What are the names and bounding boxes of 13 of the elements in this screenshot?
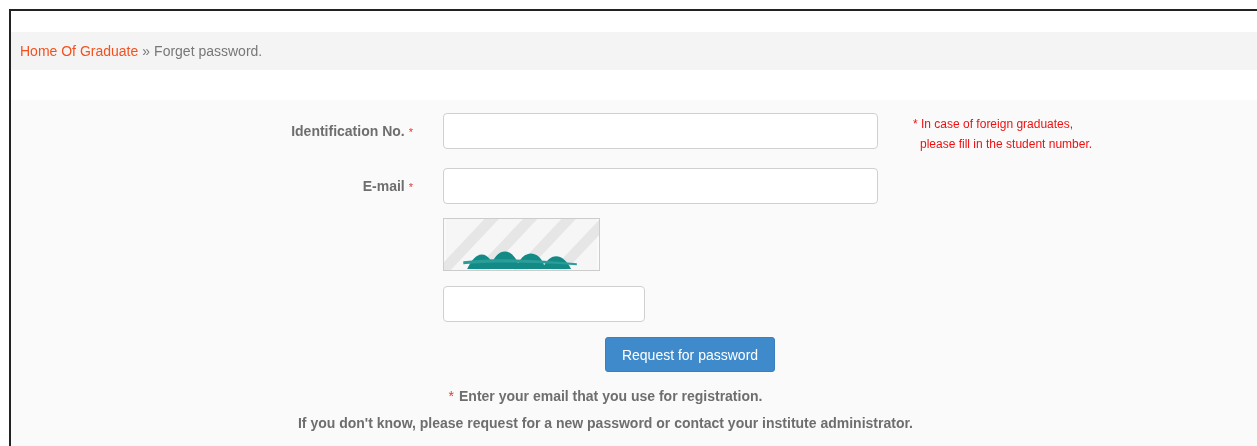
instruction-text: If you don't know, please request for a new password or contact your institute administrator. — [298, 415, 913, 431]
hint-text: please fill in the student number. — [919, 136, 1093, 153]
field-label: Identification No. — [291, 123, 405, 139]
instruction-text: Enter your email that you use for registration. — [459, 388, 763, 404]
required-mark: * — [408, 181, 413, 193]
required-mark: * — [408, 126, 413, 138]
breadcrumb-link[interactable]: Home Of Graduate — [20, 43, 139, 59]
breadcrumb-separator: » — [142, 43, 151, 59]
required-mark: * — [448, 388, 454, 404]
hint-text: * In case of foreign graduates, — [913, 116, 1075, 133]
request-password-button[interactable]: Request for password — [605, 337, 775, 372]
field-label: E-mail — [362, 178, 405, 194]
breadcrumb-current: Forget password. — [154, 43, 263, 59]
